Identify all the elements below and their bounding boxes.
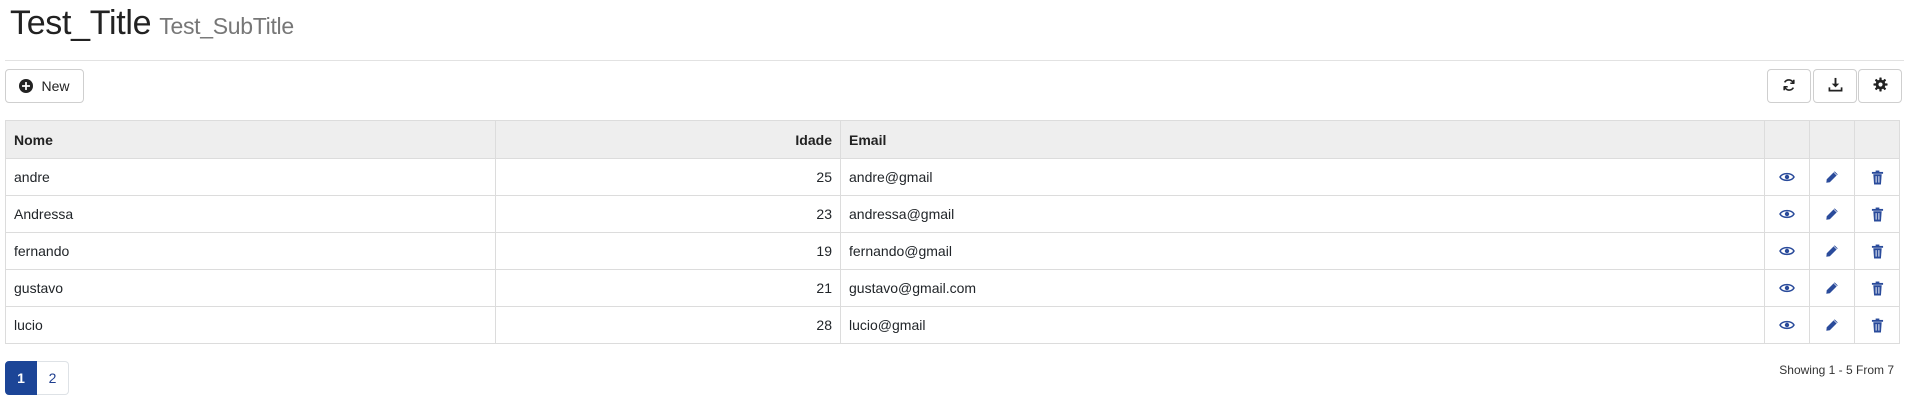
cell-idade: 21 — [495, 269, 841, 307]
pencil-icon — [1825, 244, 1839, 258]
download-icon — [1828, 77, 1843, 95]
view-button[interactable] — [1772, 162, 1802, 192]
view-cell — [1764, 306, 1810, 344]
cell-email: andre@gmail — [840, 158, 1765, 196]
page-1-link[interactable]: 1 — [5, 361, 37, 395]
delete-cell — [1854, 306, 1900, 344]
table-row: fernando 19 fernando@gmail — [5, 232, 1900, 270]
delete-button[interactable] — [1862, 310, 1892, 340]
table-row: Andressa 23 andressa@gmail — [5, 195, 1900, 233]
view-cell — [1764, 158, 1810, 196]
table-row: andre 25 andre@gmail — [5, 158, 1900, 196]
delete-button[interactable] — [1862, 236, 1892, 266]
view-cell — [1764, 195, 1810, 233]
cell-nome: fernando — [5, 232, 496, 270]
pagination: 1 2 — [5, 361, 69, 395]
cell-nome: gustavo — [5, 269, 496, 307]
settings-button[interactable] — [1858, 69, 1902, 103]
new-button-label: New — [41, 78, 70, 94]
cell-nome: lucio — [5, 306, 496, 344]
delete-cell — [1854, 269, 1900, 307]
trash-icon — [1871, 244, 1884, 259]
pencil-icon — [1825, 207, 1839, 221]
column-header-idade[interactable]: Idade — [495, 120, 841, 159]
delete-cell — [1854, 232, 1900, 270]
edit-button[interactable] — [1817, 236, 1847, 266]
view-button[interactable] — [1772, 273, 1802, 303]
edit-button[interactable] — [1817, 199, 1847, 229]
column-header-edit — [1809, 120, 1855, 159]
showing-count: Showing 1 - 5 From 7 — [1779, 363, 1894, 377]
cell-email: fernando@gmail — [840, 232, 1765, 270]
toolbar: New — [5, 61, 1904, 119]
edit-cell — [1809, 306, 1855, 344]
gear-icon — [1872, 77, 1888, 95]
eye-icon — [1779, 245, 1795, 257]
page: Test_Title Test_SubTitle New Nome Idade … — [0, 0, 1909, 413]
table-row: gustavo 21 gustavo@gmail.com — [5, 269, 1900, 307]
column-header-delete — [1854, 120, 1900, 159]
edit-button[interactable] — [1817, 273, 1847, 303]
refresh-icon — [1782, 78, 1796, 95]
edit-cell — [1809, 158, 1855, 196]
cell-email: andressa@gmail — [840, 195, 1765, 233]
data-table: Nome Idade Email andre 25 andre@gmail Andre… — [5, 120, 1900, 344]
delete-cell — [1854, 158, 1900, 196]
view-button[interactable] — [1772, 310, 1802, 340]
pencil-icon — [1825, 281, 1839, 295]
plus-circle-icon — [19, 79, 34, 93]
table-body: andre 25 andre@gmail Andressa 23 andressa@gma… — [5, 158, 1900, 344]
page-subtitle: Test_SubTitle — [159, 13, 294, 39]
cell-idade: 23 — [495, 195, 841, 233]
view-cell — [1764, 232, 1810, 270]
trash-icon — [1871, 318, 1884, 333]
edit-button[interactable] — [1817, 310, 1847, 340]
download-button[interactable] — [1813, 69, 1857, 103]
page-header: Test_Title Test_SubTitle — [5, 0, 1904, 61]
cell-email: gustavo@gmail.com — [840, 269, 1765, 307]
view-button[interactable] — [1772, 236, 1802, 266]
title-text: Test_Title — [10, 4, 152, 42]
trash-icon — [1871, 170, 1884, 185]
cell-idade: 19 — [495, 232, 841, 270]
pencil-icon — [1825, 170, 1839, 184]
column-header-nome[interactable]: Nome — [5, 120, 496, 159]
pencil-icon — [1825, 318, 1839, 332]
edit-cell — [1809, 269, 1855, 307]
page-2-link[interactable]: 2 — [37, 361, 69, 395]
column-header-view — [1764, 120, 1810, 159]
refresh-button[interactable] — [1767, 69, 1811, 103]
page-title: Test_Title Test_SubTitle — [10, 4, 294, 43]
edit-button[interactable] — [1817, 162, 1847, 192]
eye-icon — [1779, 319, 1795, 331]
trash-icon — [1871, 281, 1884, 296]
delete-button[interactable] — [1862, 199, 1892, 229]
cell-idade: 25 — [495, 158, 841, 196]
new-button[interactable]: New — [5, 69, 84, 103]
eye-icon — [1779, 208, 1795, 220]
eye-icon — [1779, 171, 1795, 183]
delete-button[interactable] — [1862, 273, 1892, 303]
table-header-row: Nome Idade Email — [5, 120, 1900, 159]
view-cell — [1764, 269, 1810, 307]
table-row: lucio 28 lucio@gmail — [5, 306, 1900, 344]
trash-icon — [1871, 207, 1884, 222]
edit-cell — [1809, 195, 1855, 233]
eye-icon — [1779, 282, 1795, 294]
view-button[interactable] — [1772, 199, 1802, 229]
edit-cell — [1809, 232, 1855, 270]
delete-cell — [1854, 195, 1900, 233]
cell-idade: 28 — [495, 306, 841, 344]
cell-email: lucio@gmail — [840, 306, 1765, 344]
cell-nome: Andressa — [5, 195, 496, 233]
column-header-email[interactable]: Email — [840, 120, 1765, 159]
cell-nome: andre — [5, 158, 496, 196]
delete-button[interactable] — [1862, 162, 1892, 192]
